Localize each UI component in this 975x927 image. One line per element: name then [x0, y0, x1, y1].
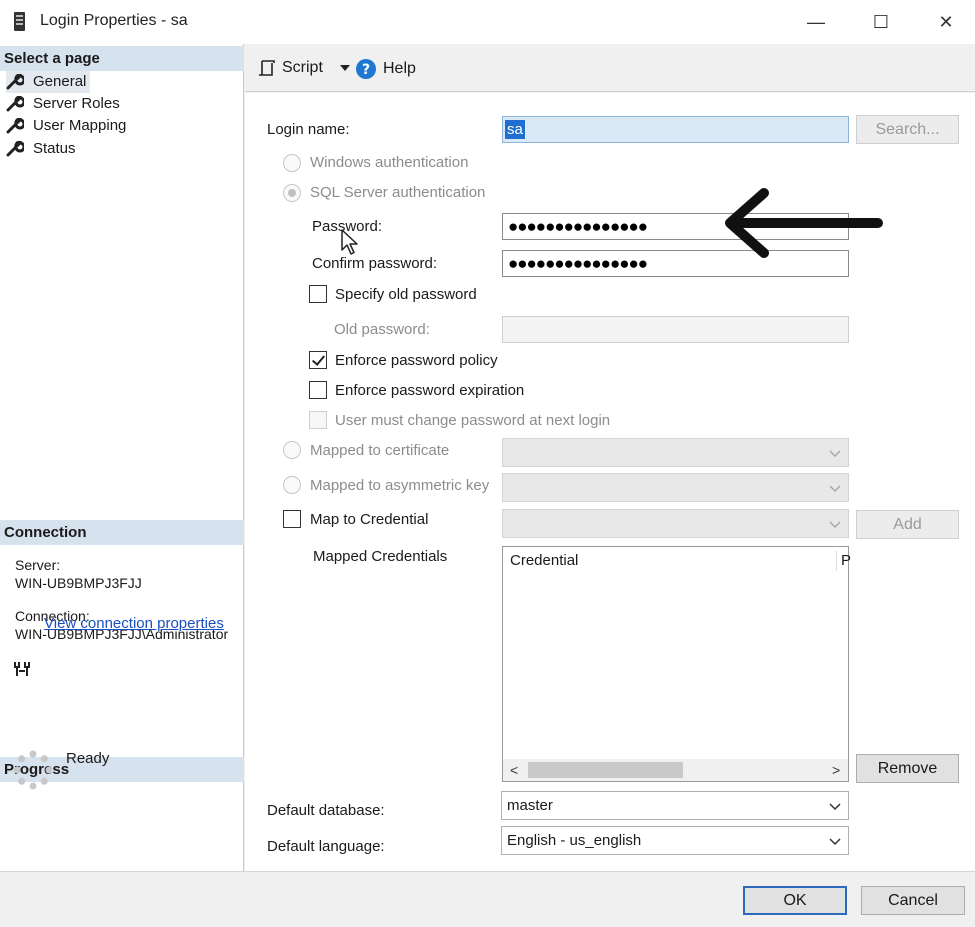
mapped-credentials-label: Mapped Credentials — [313, 548, 448, 565]
must-change-label: User must change password at next login — [335, 412, 611, 429]
server-label: Server: — [15, 557, 61, 573]
mapped-asym-key-label: Mapped to asymmetric key — [310, 477, 490, 494]
page-item-status[interactable]: Status — [6, 138, 76, 160]
grid-column-header[interactable]: P — [841, 552, 851, 569]
enforce-expiration-label: Enforce password expiration — [335, 382, 525, 399]
dropdown-arrow-icon[interactable] — [339, 63, 351, 73]
enforce-policy-checkbox[interactable] — [309, 351, 327, 369]
sql-auth-label: SQL Server authentication — [310, 184, 486, 201]
wrench-icon — [6, 74, 24, 90]
login-name-input[interactable]: sa — [502, 116, 849, 143]
enforce-policy-label: Enforce password policy — [335, 352, 498, 369]
scroll-left-icon[interactable]: < — [510, 762, 518, 778]
column-separator — [836, 551, 837, 571]
windows-auth-label: Windows authentication — [310, 154, 469, 171]
help-label: Help — [383, 60, 416, 77]
page-item-general[interactable]: General — [6, 71, 91, 93]
specify-old-password-label: Specify old password — [335, 286, 477, 303]
map-credential-label: Map to Credential — [310, 511, 429, 528]
mapped-credentials-grid[interactable]: Credential P < > — [502, 546, 851, 782]
password-mask: ●●●●●●●●●●●●●●● — [508, 217, 648, 236]
old-password-label: Old password: — [334, 321, 430, 338]
map-credential-checkbox[interactable] — [283, 510, 301, 528]
scrollbar-thumb[interactable] — [528, 762, 683, 778]
sql-auth-radio[interactable] — [283, 184, 301, 202]
chevron-down-icon — [829, 521, 841, 529]
must-change-checkbox[interactable] — [309, 411, 327, 429]
script-button[interactable]: Script — [257, 58, 351, 78]
chevron-down-icon — [829, 450, 841, 458]
maximize-button[interactable]: ☐ — [861, 8, 901, 36]
connection-icon — [14, 662, 30, 676]
chevron-down-icon — [829, 803, 841, 811]
page-item-label: Status — [33, 140, 76, 157]
mapped-certificate-label: Mapped to certificate — [310, 442, 450, 459]
svg-text:?: ? — [362, 62, 370, 78]
windows-auth-radio[interactable] — [283, 154, 301, 172]
specify-old-password-checkbox[interactable] — [309, 285, 327, 303]
cancel-button[interactable]: Cancel — [861, 886, 965, 915]
help-button[interactable]: ? Help — [355, 58, 416, 80]
mouse-cursor-icon — [341, 229, 358, 255]
confirm-password-label: Confirm password: — [312, 255, 438, 272]
help-icon: ? — [356, 59, 376, 79]
title-bar: Login Properties - sa — ☐ ✕ — [0, 0, 975, 44]
default-language-value: English - us_english — [507, 832, 642, 849]
horizontal-scrollbar[interactable]: < > — [503, 759, 848, 781]
scroll-right-icon[interactable]: > — [832, 762, 840, 778]
asym-key-select[interactable] — [502, 473, 849, 502]
connection-header: Connection — [0, 520, 244, 545]
grid-column-header[interactable]: Credential — [510, 552, 578, 569]
close-button[interactable]: ✕ — [926, 8, 966, 36]
wrench-icon — [6, 141, 24, 157]
view-connection-properties-link[interactable]: View connection properties — [44, 615, 224, 632]
mapped-asym-key-radio[interactable] — [283, 476, 301, 494]
ok-button[interactable]: OK — [743, 886, 847, 915]
left-pane: Select a page General Server Roles User … — [0, 44, 244, 871]
mapped-certificate-radio[interactable] — [283, 441, 301, 459]
search-button[interactable]: Search... — [856, 115, 959, 144]
annotation-arrow-icon — [725, 188, 883, 258]
default-database-label: Default database: — [267, 802, 385, 819]
confirm-password-mask: ●●●●●●●●●●●●●●● — [508, 254, 648, 273]
server-value: WIN-UB9BMPJ3FJJ — [15, 575, 142, 591]
add-button[interactable]: Add — [856, 510, 959, 539]
enforce-expiration-checkbox[interactable] — [309, 381, 327, 399]
page-item-label: General — [33, 73, 87, 90]
select-page-header: Select a page — [0, 46, 244, 71]
credential-select[interactable] — [502, 509, 849, 538]
server-icon — [14, 12, 25, 31]
default-database-value: master — [507, 797, 553, 814]
certificate-select[interactable] — [502, 438, 849, 467]
chevron-down-icon — [829, 485, 841, 493]
remove-button[interactable]: Remove — [856, 754, 959, 783]
window-title: Login Properties - sa — [40, 12, 188, 29]
wrench-icon — [6, 96, 24, 112]
page-item-label: Server Roles — [33, 95, 120, 112]
script-icon — [259, 60, 275, 76]
minimize-button[interactable]: — — [796, 8, 836, 36]
progress-spinner-icon — [13, 750, 53, 790]
default-database-select[interactable]: master — [501, 791, 849, 820]
old-password-input[interactable] — [502, 316, 849, 343]
page-item-label: User Mapping — [33, 117, 127, 134]
chevron-down-icon — [829, 838, 841, 846]
toolbar: Script ? Help — [245, 44, 975, 92]
wrench-icon — [6, 118, 24, 134]
login-name-value: sa — [505, 120, 525, 139]
default-language-select[interactable]: English - us_english — [501, 826, 849, 855]
default-language-label: Default language: — [267, 838, 385, 855]
progress-status: Ready — [66, 750, 110, 767]
login-name-label: Login name: — [267, 121, 350, 138]
page-item-user-mapping[interactable]: User Mapping — [6, 115, 126, 137]
script-label: Script — [282, 59, 323, 76]
page-item-server-roles[interactable]: Server Roles — [6, 93, 120, 115]
